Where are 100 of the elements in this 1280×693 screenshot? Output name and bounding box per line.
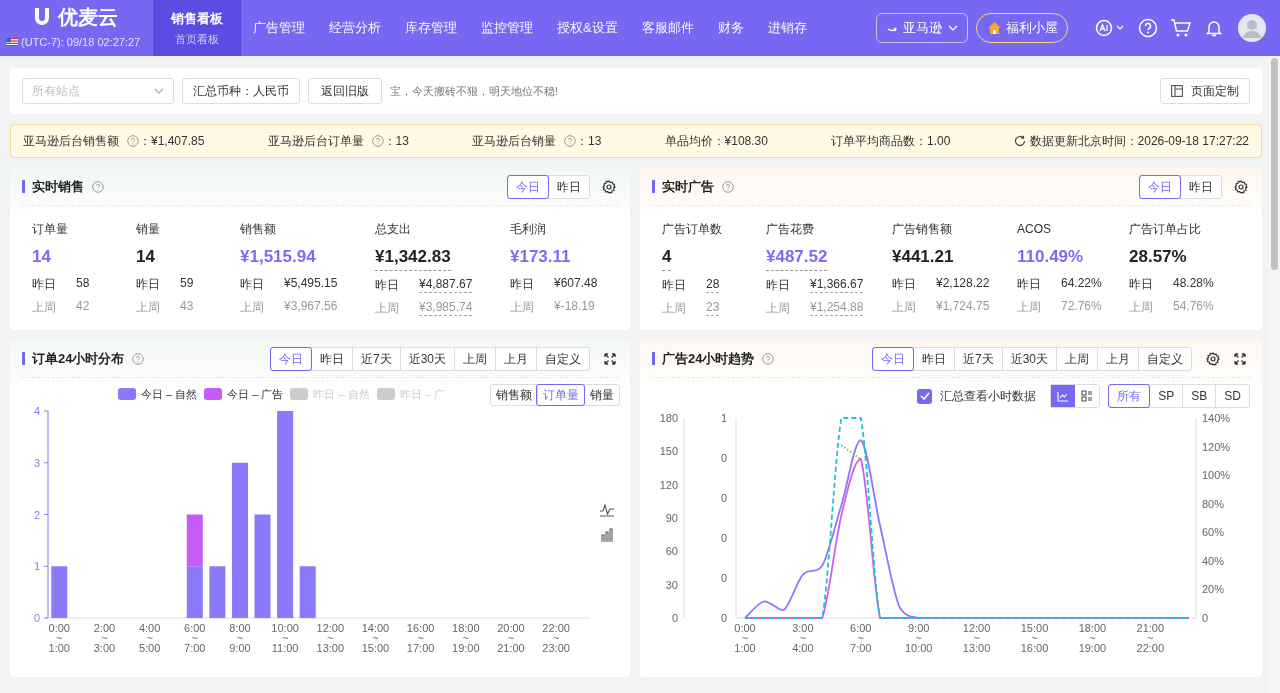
measure-tab[interactable]: 订单量 xyxy=(537,385,584,405)
help-icon[interactable] xyxy=(132,352,145,365)
range-tab[interactable]: 自定义 xyxy=(1138,347,1191,370)
nav-tab[interactable]: 进销存 xyxy=(755,0,819,56)
line-chart-icon[interactable] xyxy=(599,503,615,517)
axis-label: 21:00 ~ 22:00 xyxy=(1135,623,1166,653)
compare-label: 上周 xyxy=(510,298,535,316)
nav-tab[interactable]: 监控管理 xyxy=(469,0,545,56)
compare-value: ¥1,366.67 xyxy=(810,276,864,293)
compare-label: 上周 xyxy=(662,299,687,317)
compare-label: 昨日 xyxy=(240,275,265,293)
range-tab[interactable]: 近7天 xyxy=(953,347,1002,370)
legend-swatch[interactable] xyxy=(204,388,223,401)
range-tab[interactable]: 上月 xyxy=(1097,347,1138,370)
day-tab[interactable]: 今日 xyxy=(508,175,548,198)
settings-icon[interactable] xyxy=(1206,351,1220,366)
range-tab[interactable]: 近7天 xyxy=(351,347,400,370)
metric-value: ¥1,342.83 xyxy=(375,244,451,271)
axis-label: 0 xyxy=(1202,612,1209,624)
compare-value: ¥2,128.22 xyxy=(936,276,990,291)
help-icon[interactable] xyxy=(127,135,139,147)
bell-icon[interactable] xyxy=(1204,18,1224,38)
customize-button[interactable]: 页面定制 xyxy=(1160,78,1250,104)
settings-icon[interactable] xyxy=(1234,179,1248,194)
fullscreen-icon[interactable] xyxy=(1234,352,1246,365)
ai-assistant-icon[interactable] xyxy=(1094,18,1124,38)
axis-label: 1 xyxy=(720,412,727,424)
day-tab[interactable]: 昨日 xyxy=(1180,175,1221,198)
range-tab[interactable]: 近30天 xyxy=(1001,347,1056,370)
day-tab[interactable]: 昨日 xyxy=(548,175,589,198)
avatar[interactable] xyxy=(1238,14,1266,42)
ad-type-tab[interactable]: SP xyxy=(1149,385,1183,407)
refresh-icon[interactable] xyxy=(1013,135,1026,147)
help-icon[interactable] xyxy=(371,135,384,147)
legacy-button[interactable]: 返回旧版 xyxy=(308,78,382,104)
day-tab[interactable]: 今日 xyxy=(1140,175,1180,198)
legend-swatch[interactable] xyxy=(118,388,136,401)
currency-button[interactable]: 汇总币种：人民币 xyxy=(182,78,300,104)
range-tab[interactable]: 今日 xyxy=(270,347,311,370)
checkbox-label[interactable]: 汇总查看小时数据 xyxy=(940,387,1037,405)
summary-value: ：1.00 xyxy=(915,133,951,150)
metric-label: 广告订单占比 xyxy=(1129,221,1202,238)
nav-tab[interactable]: 广告管理 xyxy=(241,0,317,56)
summary-label: 亚马逊后台销量 xyxy=(472,133,557,150)
chart-bar xyxy=(209,566,226,618)
range-tab[interactable]: 昨日 xyxy=(310,347,352,370)
summary-value: ：¥1,407.85 xyxy=(139,133,205,150)
measure-tab[interactable]: 销量 xyxy=(584,385,619,405)
range-tab[interactable]: 上月 xyxy=(495,347,536,370)
bar-chart-icon[interactable] xyxy=(600,528,614,542)
metric-value: ¥441.21 xyxy=(892,246,954,268)
chart-bar xyxy=(186,514,203,567)
compare-value: 28 xyxy=(706,276,720,293)
axis-label: 180 xyxy=(659,412,678,424)
axis-label: 0:00 ~ 1:00 xyxy=(733,623,757,653)
range-tab[interactable]: 上周 xyxy=(1056,347,1097,370)
nav-tab[interactable]: 经营分析 xyxy=(317,0,393,56)
range-tab[interactable]: 近30天 xyxy=(399,347,454,370)
ad-type-tab[interactable]: 所有 xyxy=(1109,385,1150,407)
nav-tab[interactable]: 客服邮件 xyxy=(629,0,706,56)
help-icon[interactable] xyxy=(762,352,775,365)
axis-label: 3:00 ~ 4:00 xyxy=(791,623,815,653)
axis-label: 8:00 ~ 9:00 xyxy=(228,623,252,653)
help-icon[interactable] xyxy=(564,135,577,147)
fullscreen-icon[interactable] xyxy=(604,352,616,365)
nav-tab[interactable]: 库存管理 xyxy=(393,0,469,56)
compare-value: ¥3,967.56 xyxy=(284,299,338,314)
axis-label: 0 xyxy=(720,572,727,584)
nav-tab[interactable]: 授权&设置 xyxy=(545,0,630,56)
nav-tab[interactable]: 财务 xyxy=(705,0,756,56)
chevron-down-icon xyxy=(947,25,958,31)
compare-label: 昨日 xyxy=(32,275,57,293)
range-tab[interactable]: 昨日 xyxy=(912,347,954,370)
help-icon[interactable] xyxy=(92,180,104,193)
settings-icon[interactable] xyxy=(602,179,616,194)
ad-type-tab[interactable]: SD xyxy=(1215,385,1249,407)
range-tab[interactable]: 自定义 xyxy=(536,347,589,370)
legend-label[interactable]: 今日 – 自然 xyxy=(141,386,198,403)
platform-select[interactable]: 亚马逊 xyxy=(876,13,968,43)
axis-label: 9:00 ~ 10:00 xyxy=(903,623,934,653)
compare-value: ¥1,254.88 xyxy=(810,299,864,316)
ad-type-tab[interactable]: SB xyxy=(1182,385,1216,407)
range-tab[interactable]: 今日 xyxy=(872,347,913,370)
legend-label[interactable]: 今日 – 广告 xyxy=(227,386,284,403)
axis-label: 6:00 ~ 7:00 xyxy=(849,623,873,653)
range-tab[interactable]: 上周 xyxy=(454,347,495,370)
cart-icon[interactable] xyxy=(1170,18,1192,38)
nav-tab[interactable]: 销售看板 首页看板 xyxy=(153,0,241,56)
line-chart-view-button[interactable] xyxy=(1051,385,1076,407)
axis-label: 0 xyxy=(720,532,727,544)
flag-icon xyxy=(6,38,18,46)
axis-label: 60% xyxy=(1202,526,1225,539)
metric-value: 4 xyxy=(662,244,672,271)
help-icon[interactable] xyxy=(722,180,734,193)
measure-tab[interactable]: 销售额 xyxy=(491,385,537,405)
summary-label: 订单平均商品数 xyxy=(831,133,916,150)
metric-label: 销售额 xyxy=(240,221,277,238)
compare-label: 昨日 xyxy=(662,276,687,294)
metric-label: 订单量 xyxy=(32,221,69,238)
checkbox[interactable] xyxy=(917,388,933,404)
